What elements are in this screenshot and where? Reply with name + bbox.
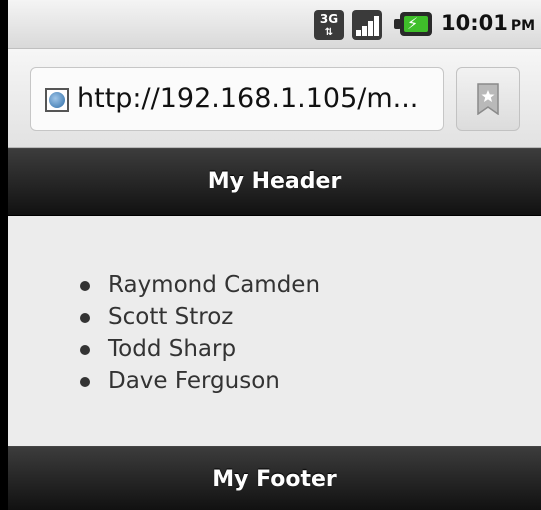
url-text[interactable]: http://192.168.1.105/m... [77,82,418,116]
status-time: 10:01 PM [441,11,535,35]
list-item-label: Todd Sharp [108,336,237,362]
battery-charging-icon: ⚡ [394,12,432,36]
header-title: My Header [207,169,342,194]
list-item: Todd Sharp [80,333,320,365]
signal-icon [352,10,382,40]
bullet-icon [80,345,90,355]
screen: 3G ⇅ ⚡ 10:01 PM http://192.168.1.105/m..… [8,0,541,510]
time-ampm: PM [510,18,536,34]
bullet-icon [80,281,90,291]
bullet-icon [80,377,90,387]
page-header: My Header [8,148,541,216]
url-field[interactable]: http://192.168.1.105/m... [30,67,444,131]
list-item-label: Raymond Camden [108,272,321,298]
list-item-label: Scott Stroz [108,304,234,330]
network-arrows: ⇅ [324,27,334,38]
list-item: Scott Stroz [80,301,320,333]
name-list: Raymond Camden Scott Stroz Todd Sharp Da… [80,269,320,397]
bullet-icon [80,313,90,323]
status-bar: 3G ⇅ ⚡ 10:01 PM [8,0,541,49]
bookmark-button[interactable] [456,67,520,131]
time-value: 10:01 [441,11,508,35]
page-footer: My Footer [8,446,541,510]
device-frame: 3G ⇅ ⚡ 10:01 PM http://192.168.1.105/m..… [0,0,541,510]
globe-icon [45,88,69,112]
3g-icon: 3G ⇅ [314,10,344,40]
page-content: Raymond Camden Scott Stroz Todd Sharp Da… [8,216,541,446]
list-item: Raymond Camden [80,269,320,301]
footer-title: My Footer [212,467,337,492]
browser-toolbar: http://192.168.1.105/m... [8,49,541,148]
bookmark-icon [477,83,499,115]
network-label: 3G [319,12,339,26]
list-item: Dave Ferguson [80,365,320,397]
list-item-label: Dave Ferguson [108,368,280,394]
